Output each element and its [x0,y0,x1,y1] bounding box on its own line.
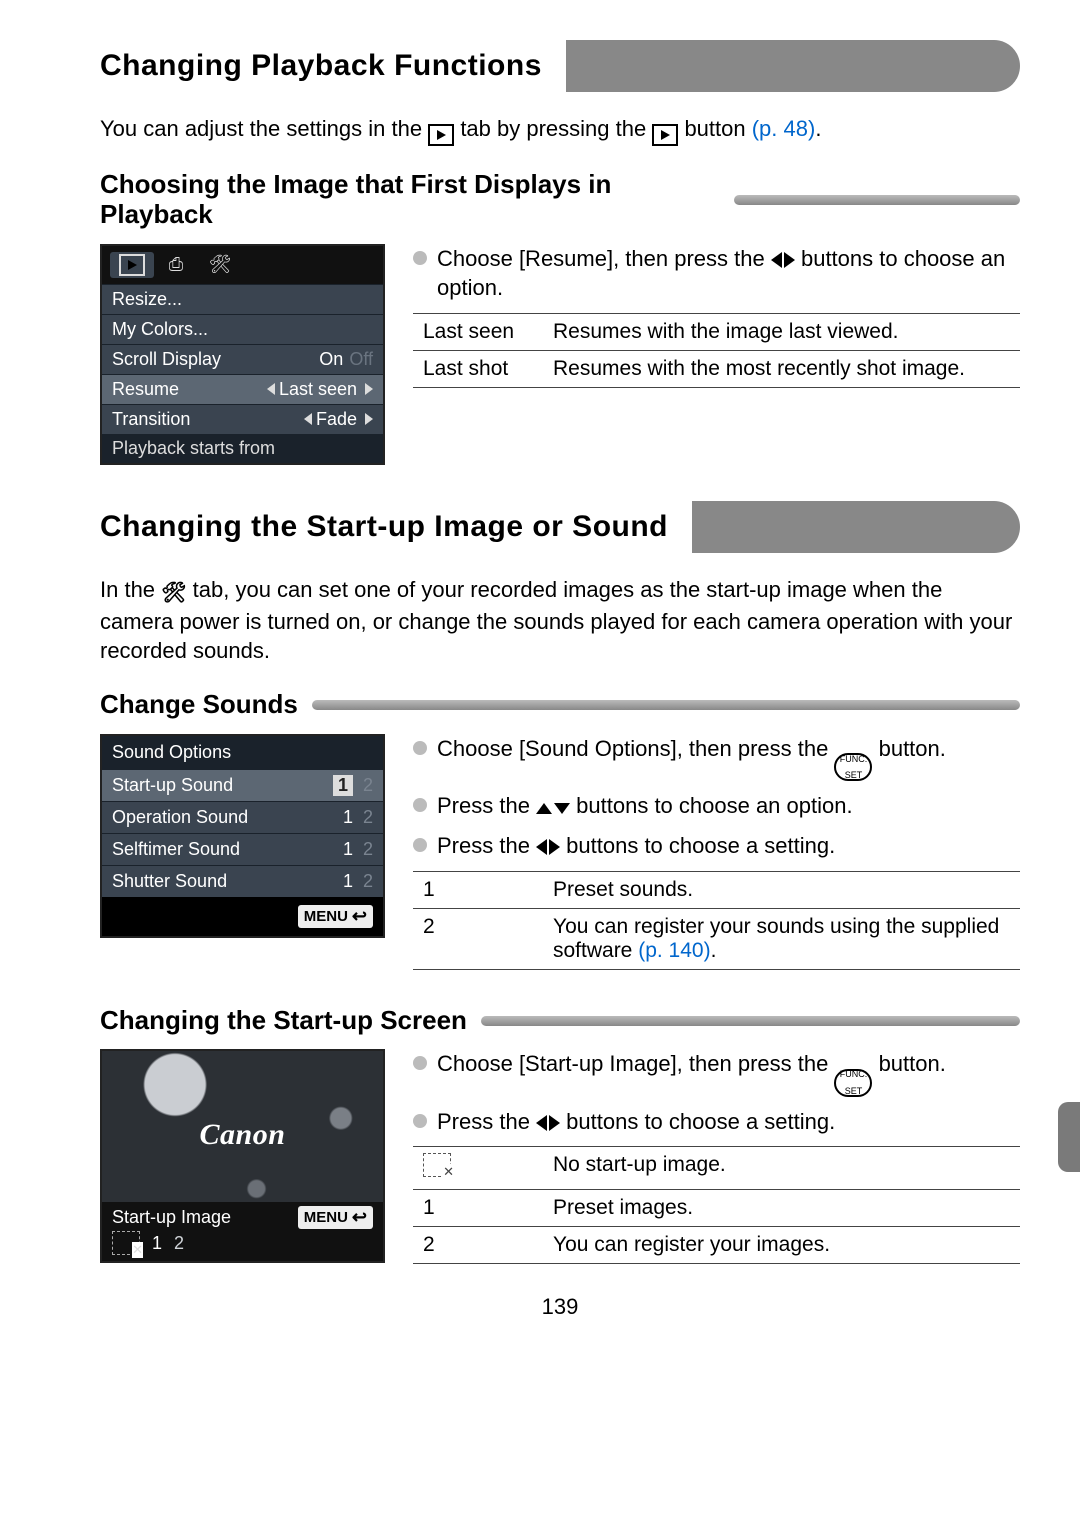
instruction-bullet: Press the buttons to choose a setting. [413,1107,1020,1137]
menu-row: Resize... [102,284,383,314]
left-right-arrows-icon [536,839,560,855]
canon-logo: Canon [200,1118,286,1152]
tools-tab-icon: 🛠 [198,252,242,278]
sound-options-screenshot: Sound Options Start-up Sound12 Operation… [100,734,385,938]
func-set-button-icon: FUNC.SET [834,1069,872,1097]
section-intro: In the 🛠 tab, you can set one of your re… [100,575,1020,666]
bullet-icon [413,838,427,852]
func-set-button-icon: FUNC.SET [834,753,872,781]
page-edge-tab [1058,1102,1080,1172]
no-image-icon [423,1153,451,1177]
print-tab-icon: ⎙ [154,252,198,278]
bullet-icon [413,798,427,812]
page-ref-link[interactable]: (p. 140) [638,939,710,962]
options-table: No start-up image. 1Preset images. 2You … [413,1146,1020,1264]
playback-tab-icon [428,124,454,146]
section-title: Changing the Start-up Image or Sound [100,501,692,553]
menu-row: My Colors... [102,314,383,344]
startup-image-screenshot: Canon Start-up Image MENU↩ 1 2 [100,1049,385,1263]
tools-tab-icon: 🛠 [161,580,186,607]
instruction-bullet: Press the buttons to choose an option. [413,791,1020,821]
no-image-icon [112,1231,140,1255]
bullet-icon [413,251,427,265]
right-arrow-icon [365,383,373,395]
rule-icon [481,1016,1020,1026]
left-arrow-icon [304,413,312,425]
section-intro: You can adjust the settings in the tab b… [100,114,1020,146]
startup-options: 1 2 [112,1231,373,1255]
options-table: Last seenResumes with the image last vie… [413,313,1020,388]
instruction-bullet: Press the buttons to choose a setting. [413,831,1020,861]
subsection-header: Change Sounds [100,690,1020,720]
options-table: 1Preset sounds. 2You can register your s… [413,871,1020,970]
section-banner: Changing Playback Functions [100,40,1020,92]
menu-row: Shutter Sound12 [102,865,383,897]
subsection-header: Choosing the Image that First Displays i… [100,170,1020,230]
menu-row: Scroll DisplayOnOff [102,344,383,374]
section-banner: Changing the Start-up Image or Sound [100,501,1020,553]
menu-row: Selftimer Sound12 [102,833,383,865]
page-ref-link[interactable]: (p. 48) [752,116,816,141]
playback-button-icon [652,124,678,146]
menu-row-selected: Start-up Sound12 [102,769,383,801]
instruction-bullet: Choose [Sound Options], then press the F… [413,734,1020,781]
camera-menu-screenshot: ⎙ 🛠 Resize... My Colors... Scroll Displa… [100,244,385,465]
menu-row-selected: ResumeLast seen [102,374,383,404]
subsection-title: Change Sounds [100,690,298,720]
subsection-title: Changing the Start-up Screen [100,1006,467,1036]
rule-icon [734,195,1020,205]
menu-row: Operation Sound12 [102,801,383,833]
right-arrow-icon [365,413,373,425]
left-right-arrows-icon [536,1115,560,1131]
menu-button-icon: MENU↩ [298,905,373,928]
menu-row: TransitionFade [102,404,383,434]
playback-tab-icon [110,252,154,278]
left-right-arrows-icon [771,252,795,268]
instruction-bullet: Choose [Resume], then press the buttons … [413,244,1020,303]
left-arrow-icon [267,383,275,395]
up-down-arrows-icon [536,803,570,814]
instruction-bullet: Choose [Start-up Image], then press the … [413,1049,1020,1096]
section-title: Changing Playback Functions [100,40,566,92]
menu-button-icon: MENU↩ [298,1206,373,1229]
menu-label: Start-up Image [112,1207,231,1228]
bullet-icon [413,741,427,755]
bullet-icon [413,1056,427,1070]
menu-title: Sound Options [102,736,383,769]
subsection-header: Changing the Start-up Screen [100,1006,1020,1036]
rule-icon [312,700,1020,710]
bullet-icon [413,1114,427,1128]
subsection-title: Choosing the Image that First Displays i… [100,170,720,230]
menu-status: Playback starts from [102,434,383,463]
page-number: 139 [100,1294,1020,1320]
